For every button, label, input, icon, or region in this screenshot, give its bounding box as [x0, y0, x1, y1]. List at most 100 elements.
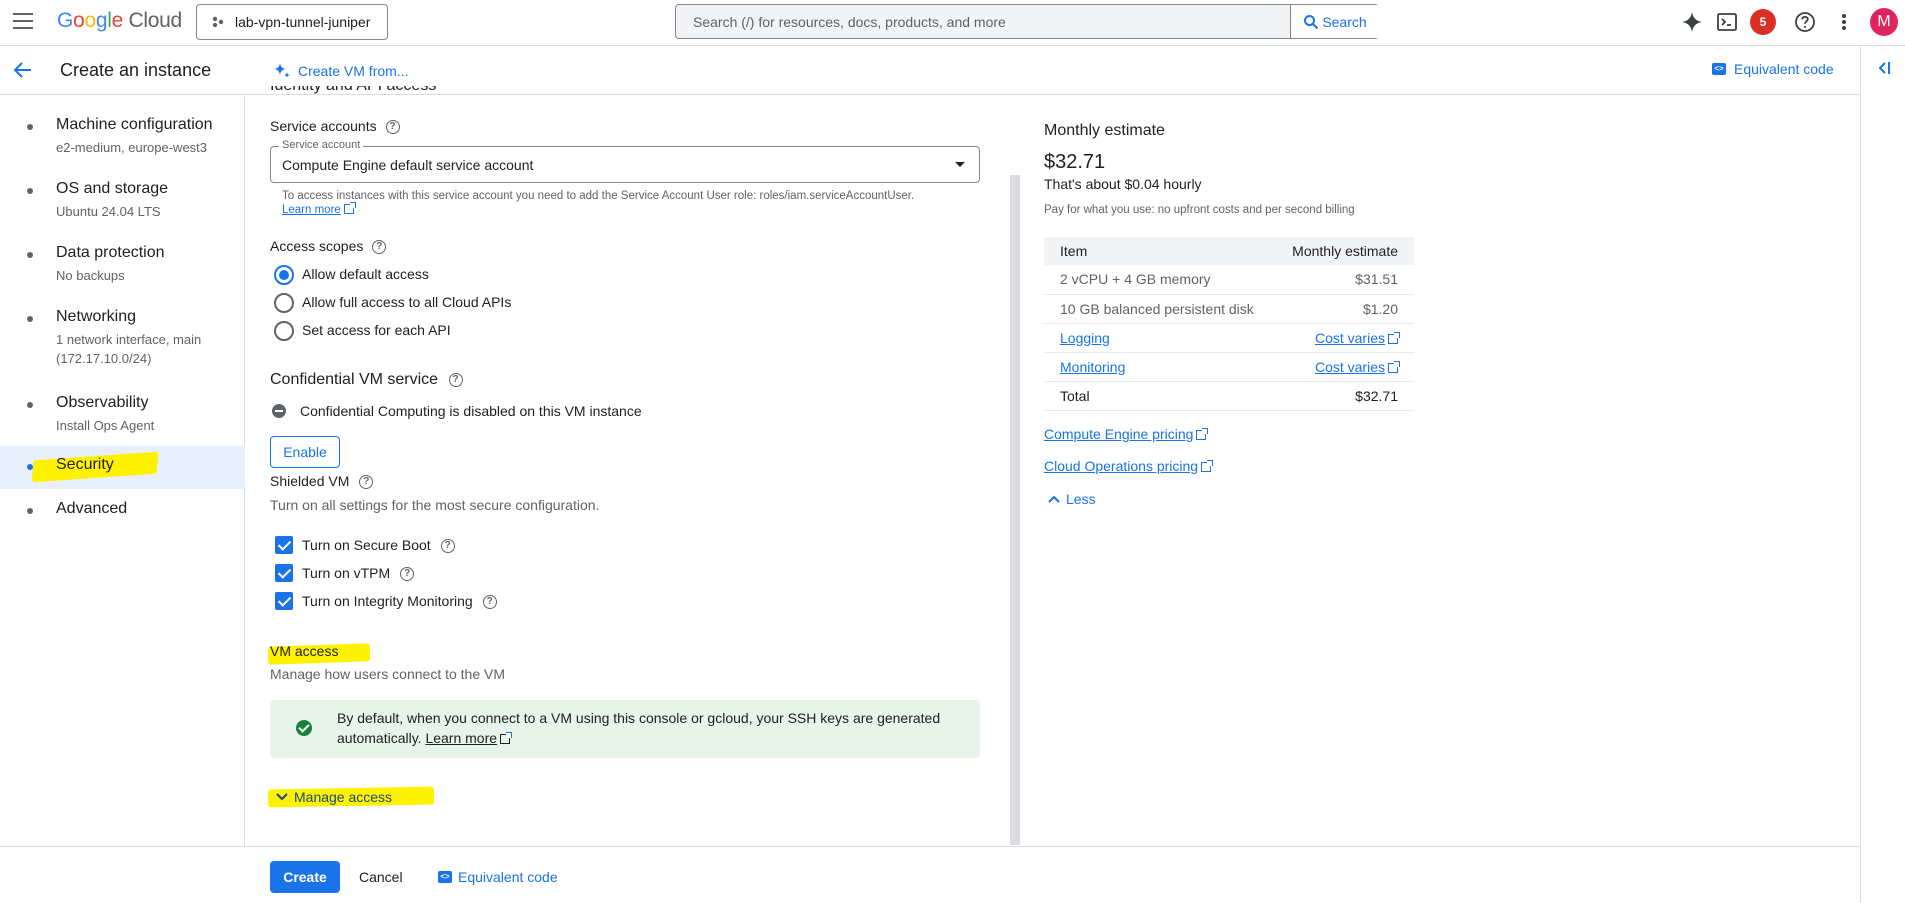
integrity-monitoring-label: Turn on Integrity Monitoring?	[302, 593, 497, 610]
nav-os-and-storage[interactable]: OS and storage Ubuntu 24.04 LTS	[0, 180, 245, 230]
scope-full-radio[interactable]	[274, 293, 294, 313]
table-header-row: Item Monthly estimate	[1044, 237, 1414, 265]
cloud-operations-pricing-link[interactable]: Cloud Operations pricing	[1044, 458, 1214, 474]
row-value: $31.51	[1273, 265, 1414, 295]
scope-each-api-radio[interactable]	[274, 321, 294, 341]
nav-advanced[interactable]: Advanced	[0, 500, 245, 530]
estimate-heading: Monthly estimate	[1044, 122, 1165, 139]
row-value: $32.71	[1273, 381, 1414, 411]
manage-access-toggle[interactable]: Manage access	[276, 789, 392, 805]
section-nav: Machine configuration e2-medium, europe-…	[0, 96, 245, 846]
footer-actions: Create Cancel <> Equivalent code	[0, 846, 1860, 903]
top-bar: Google Cloud lab-vpn-tunnel-juniper Sear…	[0, 0, 1905, 46]
confidential-status-text: Confidential Computing is disabled on th…	[300, 403, 642, 419]
help-circle-icon[interactable]: ?	[482, 595, 497, 610]
project-picker[interactable]: lab-vpn-tunnel-juniper	[196, 4, 388, 40]
monitoring-cost-link[interactable]: Cost varies	[1273, 352, 1414, 382]
help-circle-icon[interactable]: ?	[400, 567, 415, 582]
service-accounts-heading: Service accounts ?	[270, 118, 400, 135]
help-circle-icon[interactable]: ?	[385, 120, 400, 135]
less-toggle[interactable]: Less	[1048, 491, 1096, 507]
back-arrow-icon[interactable]	[12, 59, 36, 83]
cloud-shell-icon[interactable]	[1715, 10, 1739, 34]
search-input[interactable]	[676, 5, 1290, 38]
chevron-up-icon	[1048, 495, 1060, 503]
nav-observability[interactable]: Observability Install Ops Agent	[0, 394, 245, 444]
service-account-hint: To access instances with this service ac…	[282, 190, 915, 202]
nav-bullet-icon	[27, 464, 33, 470]
table-row: 2 vCPU + 4 GB memory $31.51	[1044, 265, 1414, 295]
secure-boot-label: Turn on Secure Boot?	[302, 537, 455, 554]
estimate-note: Pay for what you use: no upfront costs a…	[1044, 204, 1355, 216]
search-icon	[1304, 14, 1319, 29]
table-row-total: Total $32.71	[1044, 381, 1414, 411]
row-item: 10 GB balanced persistent disk	[1044, 294, 1274, 324]
nav-bullet-icon	[27, 508, 33, 514]
enable-confidential-button[interactable]: Enable	[270, 436, 340, 468]
logging-link[interactable]: Logging	[1044, 323, 1274, 353]
section-title-identity-api-access: Identity and API access	[270, 86, 470, 96]
scope-default-radio[interactable]	[274, 265, 294, 285]
ssh-learn-more-link[interactable]: Learn more	[425, 730, 497, 746]
project-name: lab-vpn-tunnel-juniper	[235, 14, 371, 30]
create-button[interactable]: Create	[270, 861, 340, 893]
column-header-estimate: Monthly estimate	[1273, 237, 1414, 265]
nav-security[interactable]: Security	[0, 446, 245, 489]
page-title: Create an instance	[60, 60, 212, 80]
estimate-table: Item Monthly estimate 2 vCPU + 4 GB memo…	[1044, 237, 1414, 411]
collapse-panel-icon[interactable]	[1874, 59, 1892, 82]
code-icon: <>	[438, 871, 452, 883]
secure-boot-checkbox[interactable]	[275, 536, 293, 554]
table-row: Monitoring Cost varies	[1044, 352, 1414, 382]
logging-cost-link[interactable]: Cost varies	[1273, 323, 1414, 353]
menu-icon[interactable]	[13, 13, 33, 29]
gemini-icon[interactable]	[1680, 10, 1704, 34]
help-circle-icon[interactable]: ?	[359, 475, 374, 490]
vtpm-label: Turn on vTPM?	[302, 565, 415, 582]
equivalent-code-button[interactable]: <> Equivalent code	[438, 861, 558, 893]
nav-networking[interactable]: Networking 1 network interface, main (17…	[0, 308, 245, 372]
service-account-learn-more-link[interactable]: Learn more	[282, 202, 356, 216]
avatar[interactable]: M	[1870, 8, 1898, 36]
code-icon: <>	[1712, 63, 1726, 75]
row-item: Total	[1044, 381, 1274, 411]
right-rail	[1860, 47, 1905, 903]
search-button[interactable]: Search	[1290, 5, 1379, 38]
chevron-down-icon	[276, 793, 288, 801]
more-vert-icon[interactable]	[1832, 10, 1856, 34]
cancel-button[interactable]: Cancel	[359, 861, 403, 893]
help-icon[interactable]	[1793, 10, 1817, 34]
create-vm-from-button[interactable]: Create VM from...	[272, 61, 408, 81]
access-scopes-heading: Access scopes ?	[270, 238, 387, 255]
nav-bullet-icon	[27, 402, 33, 408]
shielded-vm-description: Turn on all settings for the most secure…	[270, 497, 600, 513]
help-circle-icon[interactable]: ?	[448, 372, 463, 387]
check-circle-icon	[296, 720, 312, 736]
help-circle-icon[interactable]: ?	[440, 539, 455, 554]
external-link-icon	[1201, 460, 1214, 472]
nav-machine-configuration[interactable]: Machine configuration e2-medium, europe-…	[0, 116, 245, 166]
scrollbar[interactable]	[1010, 175, 1020, 845]
compute-engine-pricing-link[interactable]: Compute Engine pricing	[1044, 426, 1209, 442]
project-icon	[212, 16, 224, 28]
monitoring-link[interactable]: Monitoring	[1044, 352, 1274, 382]
external-link-icon	[500, 732, 513, 744]
scope-default-label: Allow default access	[302, 266, 429, 282]
nav-bullet-icon	[27, 124, 33, 130]
equivalent-code-top-button[interactable]: <> Equivalent code	[1712, 61, 1834, 77]
external-link-icon	[343, 202, 356, 214]
scope-full-label: Allow full access to all Cloud APIs	[302, 294, 512, 310]
service-account-select[interactable]: Service account Compute Engine default s…	[270, 139, 980, 183]
row-value: $1.20	[1273, 294, 1414, 324]
disabled-status-icon	[272, 404, 286, 418]
integrity-monitoring-checkbox[interactable]	[275, 592, 293, 610]
google-cloud-logo[interactable]: Google Cloud	[57, 9, 182, 33]
nav-bullet-icon	[27, 188, 33, 194]
help-circle-icon[interactable]: ?	[372, 240, 387, 255]
vm-access-description: Manage how users connect to the VM	[270, 666, 506, 682]
nav-data-protection[interactable]: Data protection No backups	[0, 244, 245, 294]
external-link-icon	[1196, 428, 1209, 440]
notifications-badge[interactable]: 5	[1750, 9, 1776, 35]
row-item: 2 vCPU + 4 GB memory	[1044, 265, 1274, 295]
vtpm-checkbox[interactable]	[275, 564, 293, 582]
